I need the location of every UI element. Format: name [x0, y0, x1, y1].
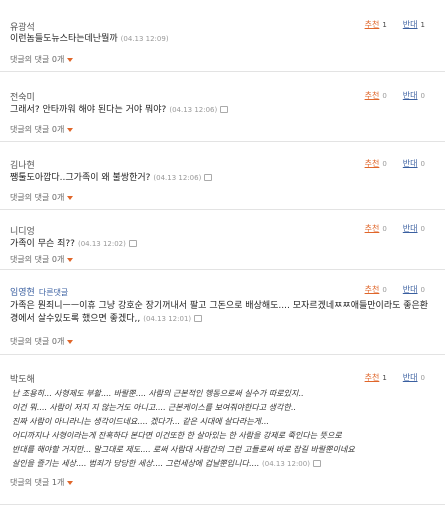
- upvote-count: 0: [382, 160, 387, 168]
- comment-date: (04.13 12:06): [169, 106, 218, 114]
- comment-line: 살인을 즐기는 세상.... 범죄가 당당한 세상.... 그런세상에 겁날뿐입…: [12, 459, 260, 468]
- comment-date: (04.13 12:06): [153, 174, 202, 182]
- comment-text: 가족은 뭔죄니ㅡㅡ이휴 그냥 강호순 장기꺼내서 팔고 그돈으로 배상해도...…: [10, 301, 429, 324]
- comment-body: 이런놈들도뉴스타는데난뭘까 (04.13 12:09): [10, 33, 435, 46]
- comment-date: (04.13 12:00): [262, 460, 310, 468]
- upvote-button[interactable]: 추천: [365, 285, 380, 294]
- comment-item: 김나현 추천 0 반대 0 쨍툴도아깝다..그가족이 왜 불쌍한거? (04.13 12…: [0, 142, 445, 210]
- other-comments-link[interactable]: 다른댓글: [39, 288, 68, 297]
- downvote-count: 0: [420, 374, 425, 382]
- reply-count: 댓글의 댓글 0개: [10, 193, 65, 202]
- comment-line: 이건 뭐.... 사람이 저지 지 않는거도 아니고.... 근본케이스를 보여…: [12, 403, 296, 412]
- upvote-button[interactable]: 추천: [365, 159, 380, 168]
- comment-body: 가족은 뭔죄니ㅡㅡ이휴 그냥 강호순 장기꺼내서 팔고 그돈으로 배상해도...…: [10, 300, 435, 326]
- comment-item: 전숙미 추천 0 반대 0 그래서? 안타까워 해야 된다는 거야 뭐야? (04.13…: [0, 72, 445, 142]
- comment-author: 니디엉: [10, 227, 35, 237]
- reply-toggle[interactable]: 댓글의 댓글 0개: [10, 192, 74, 203]
- reply-count: 댓글의 댓글 0개: [10, 125, 65, 134]
- caret-down-icon: [67, 127, 74, 132]
- reply-count: 댓글의 댓글 1개: [10, 478, 65, 487]
- downvote-button[interactable]: 반대: [403, 91, 418, 100]
- comment-line: 어디까지나 사형이라는게 잔혹하다 본다면 이건또한 한 살아있는 한 사람을 …: [12, 431, 342, 440]
- comment-text: 쨍툴도아깝다..그가족이 왜 불쌍한거?: [10, 173, 151, 183]
- comment-text: 그래서? 안타까워 해야 된다는 거야 뭐야?: [10, 105, 167, 115]
- comment-author: 전숙미: [10, 93, 35, 103]
- author-name: 임영현: [10, 288, 35, 298]
- vote-box: 추천 0 반대 0: [365, 158, 425, 169]
- comment-item: 유광석 추천 1 반대 1 이런놈들도뉴스타는데난뭘까 (04.13 12:09) 댓글…: [0, 0, 445, 72]
- upvote-button[interactable]: 추천: [365, 91, 380, 100]
- vote-box: 추천 1 반대 0: [365, 372, 425, 383]
- comment-body: 가족이 무슨 죄?? (04.13 12:02): [10, 238, 435, 251]
- downvote-button[interactable]: 반대: [403, 159, 418, 168]
- caret-down-icon: [67, 339, 74, 344]
- upvote-count: 1: [382, 21, 387, 29]
- downvote-count: 0: [420, 92, 425, 100]
- vote-box: 추천 0 반대 0: [365, 284, 425, 295]
- downvote-count: 0: [420, 286, 425, 294]
- downvote-button[interactable]: 반대: [403, 224, 418, 233]
- upvote-count: 0: [382, 92, 387, 100]
- downvote-count: 1: [420, 21, 425, 29]
- vote-box: 추천 0 반대 0: [365, 90, 425, 101]
- lock-icon: [194, 315, 203, 322]
- comment-text: 이런놈들도뉴스타는데난뭘까: [10, 34, 118, 44]
- comment-body: 그래서? 안타까워 해야 된다는 거야 뭐야? (04.13 12:06): [10, 104, 435, 117]
- vote-box: 추천 0 반대 0: [365, 223, 425, 234]
- upvote-button[interactable]: 추천: [365, 224, 380, 233]
- comment-line: 진짜 사람이 아니라니는 생각이드네요.... 겠다가... 같은 시대에 살다…: [12, 417, 269, 426]
- vote-box: 추천 1 반대 1: [365, 19, 425, 30]
- caret-down-icon: [67, 257, 74, 262]
- comment-item: 박도해 추천 1 반대 0 난 조용히... 사형제도 부활.... 바랄뿐.... …: [0, 355, 445, 505]
- comment-date: (04.13 12:02): [77, 240, 126, 248]
- comment-line: 반대를 해야할 거지만... 말그대로 제도.... 로써 사람대 사람간의 그…: [12, 445, 355, 454]
- downvote-count: 0: [420, 225, 425, 233]
- caret-down-icon: [67, 57, 74, 62]
- comment-author: 김나현: [10, 161, 35, 171]
- comment-date: (04.13 12:09): [120, 35, 169, 43]
- comment-item: 니디엉 추천 0 반대 0 가족이 무슨 죄?? (04.13 12:02) 댓글의 댓…: [0, 210, 445, 270]
- lock-icon: [204, 174, 213, 181]
- upvote-count: 1: [382, 374, 387, 382]
- reply-toggle[interactable]: 댓글의 댓글 0개: [10, 54, 74, 65]
- downvote-button[interactable]: 반대: [403, 373, 418, 382]
- reply-toggle[interactable]: 댓글의 댓글 0개: [10, 124, 74, 135]
- reply-count: 댓글의 댓글 0개: [10, 255, 65, 264]
- comment-body: 쨍툴도아깝다..그가족이 왜 불쌍한거? (04.13 12:06): [10, 172, 435, 185]
- lock-icon: [128, 240, 137, 247]
- comment-author: 박도해: [10, 375, 35, 385]
- downvote-count: 0: [420, 160, 425, 168]
- upvote-button[interactable]: 추천: [365, 20, 380, 29]
- lock-icon: [220, 106, 229, 113]
- caret-down-icon: [67, 195, 74, 200]
- comment-author[interactable]: 임영현 다른댓글: [10, 285, 68, 298]
- upvote-count: 0: [382, 225, 387, 233]
- comment-item: 임영현 다른댓글 추천 0 반대 0 가족은 뭔죄니ㅡㅡ이휴 그냥 강호순 장기꺼내서 …: [0, 270, 445, 355]
- comment-author: 유광석: [10, 23, 35, 33]
- comment-date: (04.13 12:01): [143, 315, 192, 323]
- upvote-count: 0: [382, 286, 387, 294]
- reply-count: 댓글의 댓글 0개: [10, 55, 65, 64]
- reply-toggle[interactable]: 댓글의 댓글 1개: [10, 477, 74, 488]
- lock-icon: [312, 460, 321, 467]
- comment-line-last: 살인을 즐기는 세상.... 범죄가 당당한 세상.... 그런세상에 겁날뿐입…: [12, 457, 435, 471]
- comment-list: 유광석 추천 1 반대 1 이런놈들도뉴스타는데난뭘까 (04.13 12:09) 댓글…: [0, 0, 445, 505]
- reply-count: 댓글의 댓글 0개: [10, 337, 65, 346]
- caret-down-icon: [67, 480, 74, 485]
- comment-text: 가족이 무슨 죄??: [10, 239, 75, 249]
- comment-body: 난 조용히... 사형제도 부활.... 바랄뿐.... 사람의 근본적인 행동…: [12, 387, 435, 471]
- reply-toggle[interactable]: 댓글의 댓글 0개: [10, 254, 74, 265]
- upvote-button[interactable]: 추천: [365, 373, 380, 382]
- downvote-button[interactable]: 반대: [403, 285, 418, 294]
- comment-line: 난 조용히... 사형제도 부활.... 바랄뿐.... 사람의 근본적인 행동…: [12, 389, 304, 398]
- downvote-button[interactable]: 반대: [403, 20, 418, 29]
- reply-toggle[interactable]: 댓글의 댓글 0개: [10, 336, 74, 347]
